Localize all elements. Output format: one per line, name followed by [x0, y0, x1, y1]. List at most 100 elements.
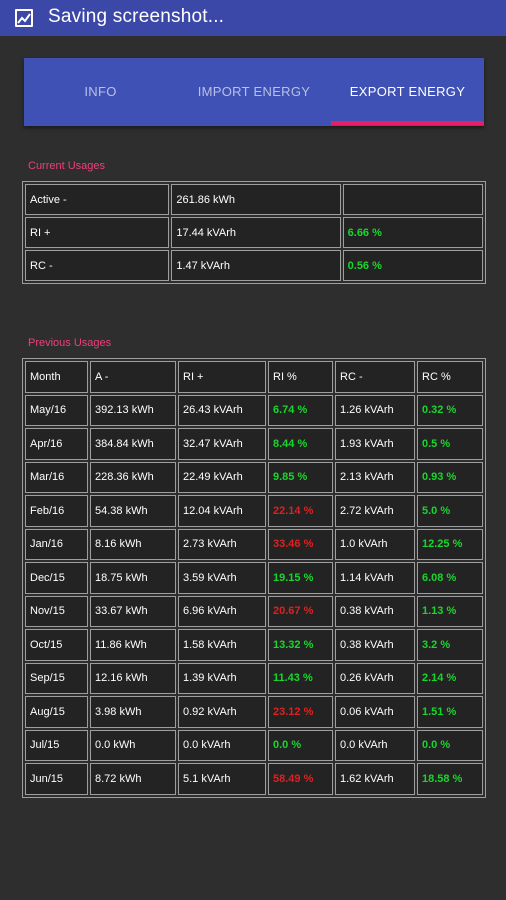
month-cell: May/16 — [25, 394, 88, 426]
usage-value: 261.86 kWh — [171, 184, 341, 215]
usage-label: RC - — [25, 250, 170, 281]
ri-value-cell: 0.92 kVArh — [178, 696, 266, 728]
usage-percent: 0.56 % — [342, 250, 483, 281]
rc-value-cell: 1.14 kVArh — [335, 562, 415, 594]
ri-percent-cell: 58.49 % — [268, 763, 333, 795]
active-energy-cell: 384.84 kWh — [90, 428, 176, 460]
usage-percent: 6.66 % — [342, 217, 483, 248]
active-energy-cell: 11.86 kWh — [90, 629, 176, 661]
rc-percent-cell: 18.58 % — [417, 763, 483, 795]
rc-value-cell: 1.0 kVArh — [335, 528, 415, 560]
ri-percent-cell: 19.15 % — [268, 562, 333, 594]
ri-value-cell: 32.47 kVArh — [178, 428, 266, 460]
current-usage-row: RC -1.47 kVArh 0.56 % — [25, 250, 483, 281]
current-usage-row: Active -261.86 kWh — [25, 184, 483, 215]
previous-usages-title: Previous Usages — [28, 337, 112, 349]
month-cell: Nov/15 — [25, 595, 88, 627]
current-usages-title: Current Usages — [28, 160, 106, 172]
month-cell: Jun/15 — [25, 763, 88, 795]
status-text: Saving screenshot... — [48, 6, 225, 27]
active-energy-cell: 3.98 kWh — [90, 696, 176, 728]
ri-value-cell: 22.49 kVArh — [178, 461, 266, 493]
month-cell: Dec/15 — [25, 562, 88, 594]
usage-value: 1.47 kVArh — [171, 250, 341, 281]
screenshot-icon — [15, 9, 33, 27]
ri-percent-cell: 8.44 % — [268, 428, 333, 460]
ri-value-cell: 26.43 kVArh — [178, 394, 266, 426]
column-header: RI % — [268, 361, 333, 393]
ri-value-cell: 1.58 kVArh — [178, 629, 266, 661]
rc-percent-cell: 0.32 % — [417, 394, 483, 426]
column-header: RI + — [178, 361, 266, 393]
rc-value-cell: 1.93 kVArh — [335, 428, 415, 460]
rc-value-cell: 0.26 kVArh — [335, 662, 415, 694]
rc-value-cell: 2.72 kVArh — [335, 495, 415, 527]
active-energy-cell: 8.16 kWh — [90, 528, 176, 560]
usage-label: RI + — [25, 217, 170, 248]
table-row: Oct/15 11.86 kWh 1.58 kVArh 13.32 % 0.38 kVA… — [25, 629, 483, 661]
current-usage-row: RI +17.44 kVArh 6.66 % — [25, 217, 483, 248]
month-cell: Oct/15 — [25, 629, 88, 661]
usage-value: 17.44 kVArh — [171, 217, 341, 248]
month-cell: Jan/16 — [25, 528, 88, 560]
rc-value-cell: 0.38 kVArh — [335, 629, 415, 661]
ri-percent-cell: 11.43 % — [268, 662, 333, 694]
rc-percent-cell: 2.14 % — [417, 662, 483, 694]
table-row: Jun/15 8.72 kWh 5.1 kVArh 58.49 % 1.62 kVArh… — [25, 763, 483, 795]
ri-percent-cell: 20.67 % — [268, 595, 333, 627]
rc-percent-cell: 0.5 % — [417, 428, 483, 460]
rc-value-cell: 0.0 kVArh — [335, 729, 415, 761]
active-energy-cell: 0.0 kWh — [90, 729, 176, 761]
ri-percent-cell: 33.46 % — [268, 528, 333, 560]
table-row: Apr/16 384.84 kWh 32.47 kVArh 8.44 % 1.93 kV… — [25, 428, 483, 460]
table-row: Aug/15 3.98 kWh 0.92 kVArh 23.12 % 0.06 kVAr… — [25, 696, 483, 728]
ri-value-cell: 1.39 kVArh — [178, 662, 266, 694]
active-energy-cell: 54.38 kWh — [90, 495, 176, 527]
tab-export-energy[interactable]: EXPORT ENERGY — [331, 58, 484, 126]
ri-value-cell: 5.1 kVArh — [178, 763, 266, 795]
active-energy-cell: 228.36 kWh — [90, 461, 176, 493]
rc-percent-cell: 3.2 % — [417, 629, 483, 661]
rc-value-cell: 0.06 kVArh — [335, 696, 415, 728]
tab-bar: INFO IMPORT ENERGY EXPORT ENERGY — [24, 58, 484, 126]
ri-value-cell: 2.73 kVArh — [178, 528, 266, 560]
active-energy-cell: 8.72 kWh — [90, 763, 176, 795]
tab-info[interactable]: INFO — [24, 58, 177, 126]
ri-percent-cell: 22.14 % — [268, 495, 333, 527]
column-header: RC % — [417, 361, 483, 393]
month-cell: Apr/16 — [25, 428, 88, 460]
rc-percent-cell: 0.93 % — [417, 461, 483, 493]
table-row: Sep/15 12.16 kWh 1.39 kVArh 11.43 % 0.26 kVA… — [25, 662, 483, 694]
month-cell: Aug/15 — [25, 696, 88, 728]
rc-percent-cell: 1.13 % — [417, 595, 483, 627]
table-header-row: Month A - RI + RI % RC - RC % — [25, 361, 483, 393]
active-energy-cell: 33.67 kWh — [90, 595, 176, 627]
rc-percent-cell: 5.0 % — [417, 495, 483, 527]
ri-value-cell: 12.04 kVArh — [178, 495, 266, 527]
table-row: Jul/15 0.0 kWh 0.0 kVArh 0.0 % 0.0 kVArh 0.0 … — [25, 729, 483, 761]
month-cell: Sep/15 — [25, 662, 88, 694]
table-row: Mar/16 228.36 kWh 22.49 kVArh 9.85 % 2.13 kV… — [25, 461, 483, 493]
tab-import-energy[interactable]: IMPORT ENERGY — [177, 58, 331, 126]
rc-percent-cell: 6.08 % — [417, 562, 483, 594]
rc-percent-cell: 1.51 % — [417, 696, 483, 728]
active-energy-cell: 12.16 kWh — [90, 662, 176, 694]
rc-value-cell: 1.26 kVArh — [335, 394, 415, 426]
current-usages-table: Active -261.86 kWh RI +17.44 kVArh 6.66 % R… — [22, 181, 486, 284]
column-header: Month — [25, 361, 88, 393]
active-energy-cell: 18.75 kWh — [90, 562, 176, 594]
rc-value-cell: 1.62 kVArh — [335, 763, 415, 795]
ri-value-cell: 0.0 kVArh — [178, 729, 266, 761]
table-row: Feb/16 54.38 kWh 12.04 kVArh 22.14 % 2.72 kV… — [25, 495, 483, 527]
rc-value-cell: 0.38 kVArh — [335, 595, 415, 627]
month-cell: Feb/16 — [25, 495, 88, 527]
active-tab-indicator — [331, 121, 484, 125]
month-cell: Mar/16 — [25, 461, 88, 493]
ri-percent-cell: 6.74 % — [268, 394, 333, 426]
ri-percent-cell: 0.0 % — [268, 729, 333, 761]
usage-label: Active - — [25, 184, 170, 215]
ri-value-cell: 6.96 kVArh — [178, 595, 266, 627]
table-row: Jan/16 8.16 kWh 2.73 kVArh 33.46 % 1.0 kVArh… — [25, 528, 483, 560]
ri-percent-cell: 13.32 % — [268, 629, 333, 661]
ri-value-cell: 3.59 kVArh — [178, 562, 266, 594]
